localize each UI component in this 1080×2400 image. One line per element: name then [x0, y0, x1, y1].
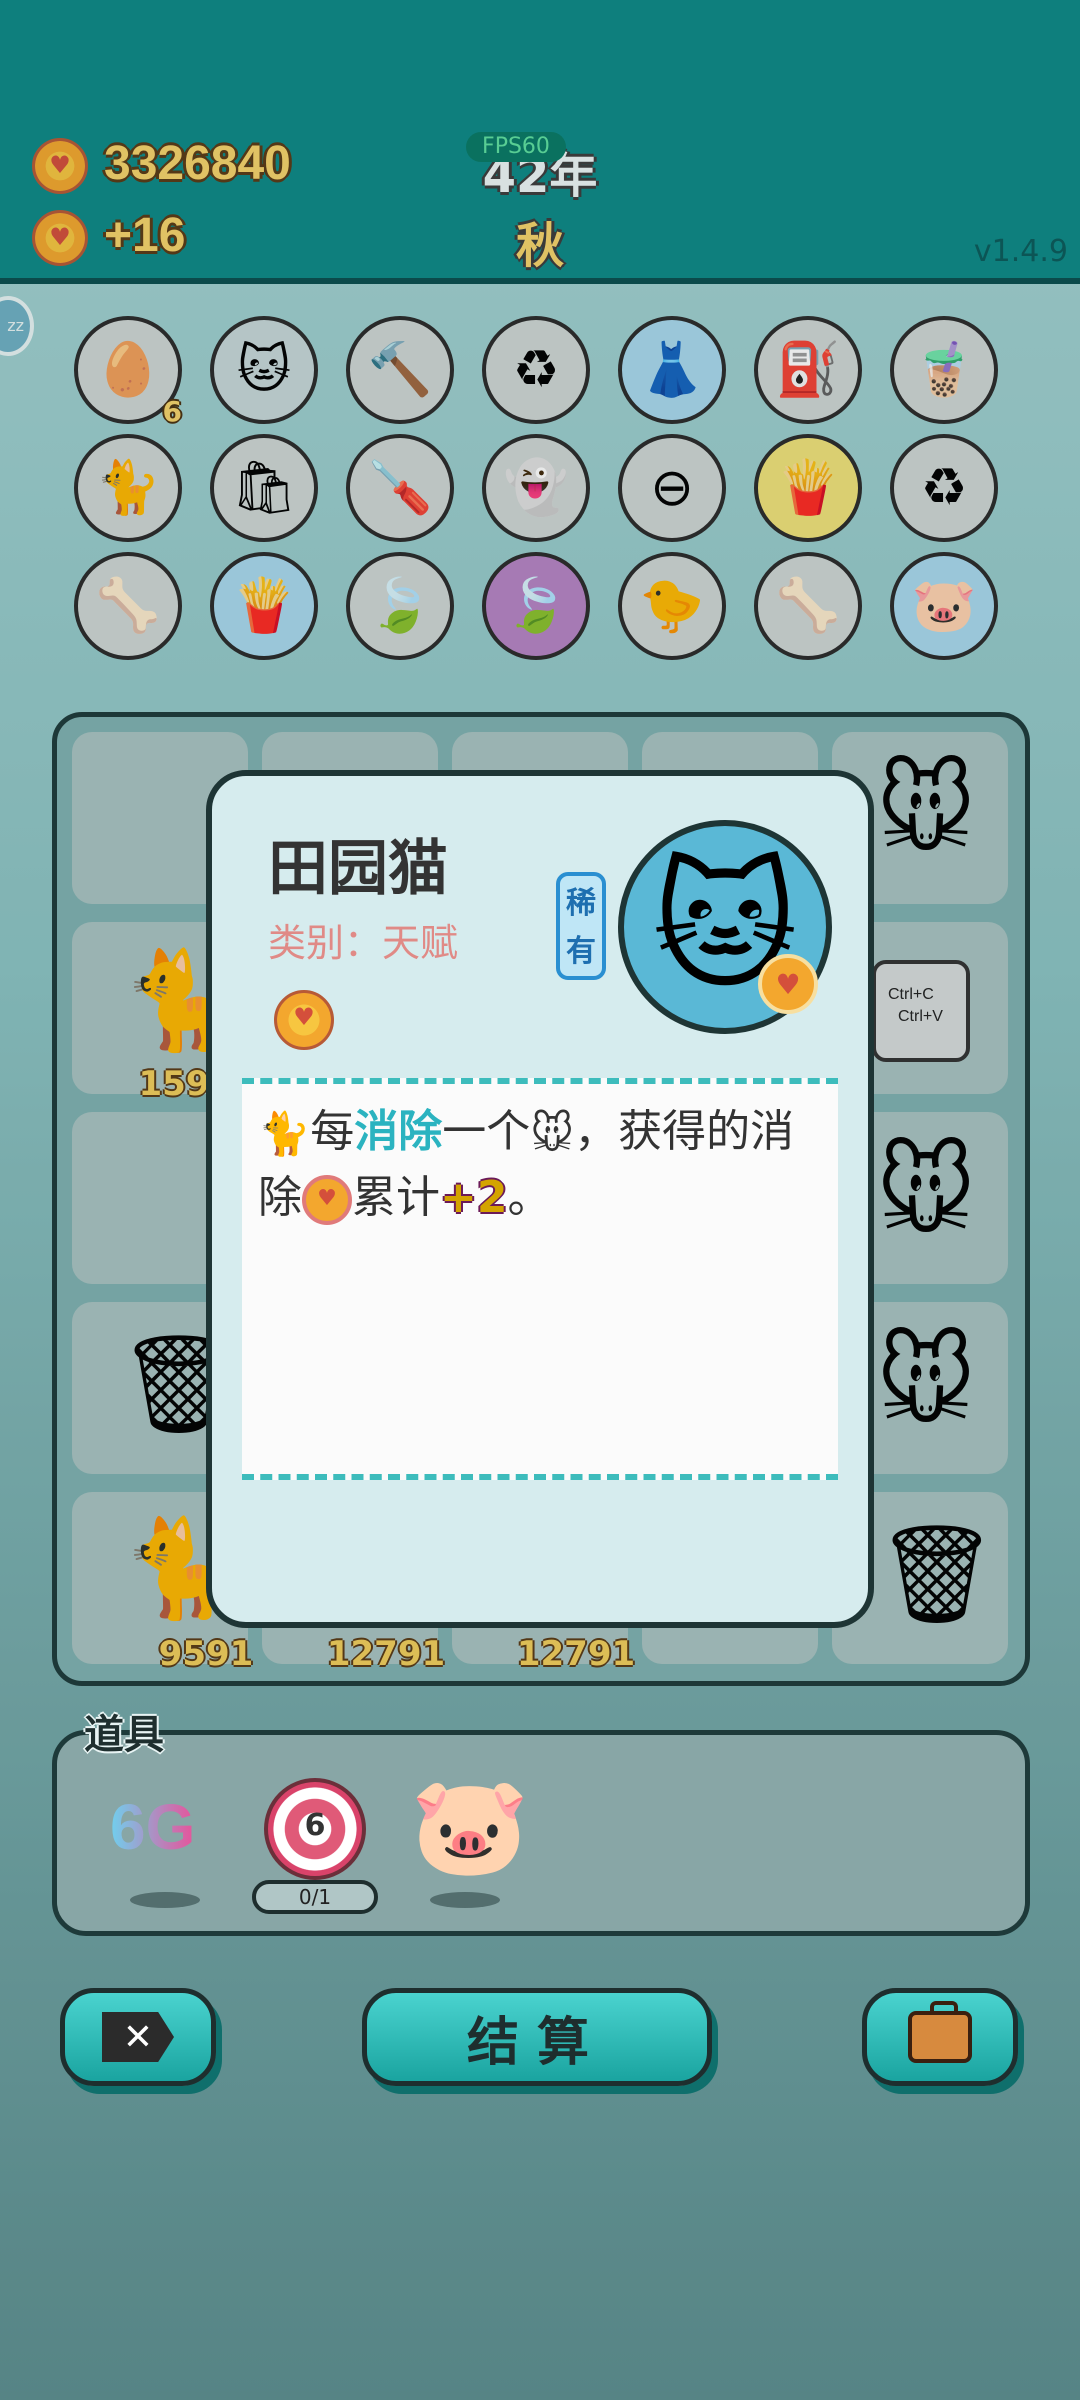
- card-description: 🐈每消除一个🐭，获得的消除累计+2。: [258, 1100, 818, 1230]
- rarity-badge: 稀有: [556, 872, 606, 980]
- detail-card[interactable]: 田园猫 类别：天赋 稀有 🐱 🐈每消除一个🐭，获得的消除累计+2。: [206, 770, 874, 1628]
- items-panel: [52, 1730, 1030, 1936]
- coin-icon: [274, 990, 334, 1050]
- coin-icon: [758, 954, 818, 1014]
- desc-bonus: +2: [440, 1172, 508, 1223]
- cat-portrait-icon: 🐱: [618, 820, 832, 1034]
- description-box: 🐈每消除一个🐭，获得的消除累计+2。: [242, 1078, 838, 1480]
- desc-keyword: 消除: [354, 1106, 443, 1157]
- rarity-label: 稀有: [566, 886, 596, 969]
- desc-text: 。: [507, 1172, 552, 1223]
- mouse-icon: 🐭: [530, 1109, 575, 1158]
- item-shadow: [130, 1892, 200, 1908]
- items-title: 道具: [84, 1712, 164, 1758]
- inventory-button[interactable]: [862, 1988, 1018, 2086]
- discard-button[interactable]: ✕: [60, 1988, 216, 2086]
- piggy-bank-icon[interactable]: 🐷: [410, 1778, 530, 1874]
- desc-text: 一个: [442, 1106, 531, 1157]
- card-title: 田园猫: [268, 834, 448, 904]
- coin-icon: [302, 1175, 352, 1225]
- settle-button[interactable]: 结算: [362, 1988, 712, 2086]
- close-tag-icon: ✕: [102, 2012, 174, 2062]
- target-value: 6: [304, 1808, 326, 1843]
- target-uses: 0/1: [252, 1880, 378, 1914]
- settle-label: 结算: [466, 2012, 607, 2073]
- desc-text: 每: [310, 1106, 355, 1157]
- item-shadow: [430, 1892, 500, 1908]
- gg-item[interactable]: 6G: [110, 1790, 195, 1864]
- desc-text: 累计: [352, 1172, 440, 1223]
- briefcase-icon: [908, 2001, 972, 2063]
- card-category: 类别：天赋: [268, 921, 459, 965]
- cat-icon: 🐈: [258, 1109, 311, 1158]
